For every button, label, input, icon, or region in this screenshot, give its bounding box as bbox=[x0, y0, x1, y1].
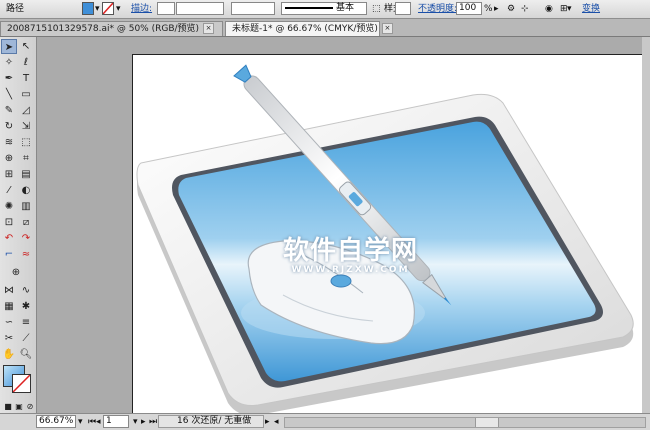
style-icon[interactable]: ⬚ bbox=[372, 3, 381, 15]
fill-dropdown-icon[interactable]: ▾ bbox=[95, 3, 100, 15]
opacity-input[interactable]: 100 bbox=[456, 2, 482, 15]
tab-document-2[interactable]: 未标题-1* @ 66.67% (CMYK/预览) × bbox=[225, 21, 393, 36]
pen-tool-icon[interactable]: ✒ bbox=[1, 71, 17, 86]
paintbrush-tool-icon[interactable]: ✎ bbox=[1, 103, 17, 118]
stroke-weight-stepper[interactable] bbox=[157, 2, 175, 15]
last-artboard-icon[interactable]: ⏭ bbox=[149, 416, 157, 428]
stroke-weight-field[interactable] bbox=[176, 2, 224, 15]
column-graph-tool-icon[interactable]: ▥ bbox=[18, 199, 34, 214]
stroke-preview-icon bbox=[285, 7, 333, 9]
status-info: 16 次还原/ 无重做 bbox=[158, 415, 264, 428]
reflect-tool-icon[interactable]: ⋈ bbox=[1, 283, 17, 298]
path-label: 路径 bbox=[6, 4, 25, 14]
graph-tool-icon[interactable]: ▦ bbox=[1, 299, 17, 314]
warp-tool-icon[interactable]: ≋ bbox=[1, 135, 17, 150]
status-menu-icon[interactable]: ▸ bbox=[265, 416, 270, 428]
align-icon[interactable]: ⊹ bbox=[521, 3, 529, 15]
rectangle-tool-icon[interactable]: ▭ bbox=[18, 87, 34, 102]
artboard-number-field[interactable]: 1 bbox=[103, 415, 129, 428]
scroll-thumb[interactable] bbox=[475, 418, 499, 427]
artboard[interactable]: 软件自学网 WWW.RJZXW.COM bbox=[132, 54, 644, 413]
watermark-main: 软件自学网 bbox=[283, 236, 419, 266]
document-tabs: 20087151013295​78.ai* @ 50% (RGB/预览) × 未标… bbox=[0, 19, 650, 37]
rotate-tool-icon[interactable]: ↻ bbox=[1, 119, 17, 134]
stroke-swatch[interactable] bbox=[102, 2, 114, 15]
pen-red-icon[interactable]: ↶ bbox=[1, 231, 17, 246]
stroke-label[interactable]: 描边: bbox=[131, 3, 152, 15]
recolor-icon[interactable]: ⚙ bbox=[507, 3, 515, 15]
symbol-sprayer-tool-icon[interactable]: ✺ bbox=[1, 199, 17, 214]
transform-link[interactable]: 变换 bbox=[582, 3, 600, 15]
zoom-field[interactable]: 66.67% bbox=[36, 415, 76, 428]
isolate-icon[interactable]: ◉ bbox=[545, 3, 553, 15]
opacity-label[interactable]: 不透明度: bbox=[418, 3, 457, 15]
tab-label: 20087151013295​78.ai* @ 50% (RGB/预览) bbox=[7, 24, 200, 34]
artboard-tool-icon[interactable]: ⊡ bbox=[1, 215, 17, 230]
mouse-wheel bbox=[330, 274, 352, 288]
type-tool-icon[interactable]: T bbox=[18, 71, 34, 86]
scroll-left-icon[interactable]: ◂ bbox=[274, 416, 279, 428]
brush-definition-field[interactable]: 基本 bbox=[281, 2, 367, 15]
zoom-dropdown-icon[interactable]: ▾ bbox=[78, 416, 83, 428]
knife-tool-icon[interactable]: ≡ bbox=[18, 315, 34, 330]
stroke-color-box[interactable] bbox=[12, 374, 31, 393]
tab-label: 未标题-1* @ 66.67% (CMYK/预览) bbox=[232, 24, 378, 34]
zoom-tool-icon[interactable]: 🔍︎ bbox=[18, 347, 34, 362]
reshape-tool-icon[interactable]: ∿ bbox=[18, 283, 34, 298]
control-bar: 路径 ▾ ▾ 描边: 基本 ⬚ 样式: 不透明度: 100 % ▸ ⚙ ⊹ ◉ … bbox=[0, 0, 650, 19]
horizontal-scrollbar[interactable] bbox=[284, 417, 646, 428]
tools-panel: ➤ ↖ ✧ ℓ ✒ T ╲ ▭ ✎ ◿ ↻ ⇲ ≋ ⬚ ⊕ ⌗ ⊞ ▤ ⁄ ◐ … bbox=[0, 37, 37, 418]
blend-tool-icon[interactable]: ◐ bbox=[18, 183, 34, 198]
first-artboard-icon[interactable]: ⏮ bbox=[88, 416, 96, 428]
reference-point-icon[interactable]: ▾ bbox=[567, 3, 572, 15]
graphic-style-picker[interactable] bbox=[395, 2, 411, 15]
blob-brush-tool-icon[interactable]: ∽ bbox=[1, 315, 17, 330]
gradient-tool-icon[interactable]: ▤ bbox=[18, 167, 34, 182]
lasso-tool-icon[interactable]: ℓ bbox=[18, 55, 34, 70]
anchor-point-tool-icon[interactable]: ⌐ bbox=[1, 247, 17, 262]
close-tab-icon[interactable]: × bbox=[203, 23, 215, 34]
magic-wand-tool-icon[interactable]: ✧ bbox=[1, 55, 17, 70]
slice-tool-icon[interactable]: ⧄ bbox=[18, 215, 34, 230]
line-tool-icon[interactable]: ╲ bbox=[1, 87, 17, 102]
fill-swatch[interactable] bbox=[82, 2, 94, 15]
direct-selection-tool-icon[interactable]: ↖ bbox=[18, 39, 34, 54]
none-mode-icon[interactable]: ⊘ bbox=[22, 399, 38, 414]
free-transform-tool-icon[interactable]: ⬚ bbox=[18, 135, 34, 150]
status-bar: 66.67% ▾ ⏮ ◂ 1 ▾ ▸ ⏭ 16 次还原/ 无重做 ▸ ◂ bbox=[0, 413, 650, 430]
perspective-grid-tool-icon[interactable]: ⌗ bbox=[18, 151, 34, 166]
mesh-tool-icon[interactable]: ⊞ bbox=[1, 167, 17, 182]
stroke-profile-label: 基本 bbox=[336, 3, 355, 13]
canvas-area[interactable]: 软件自学网 WWW.RJZXW.COM bbox=[37, 37, 650, 413]
vertical-scrollbar[interactable] bbox=[642, 37, 650, 413]
next-artboard-icon[interactable]: ▸ bbox=[141, 416, 146, 428]
width-tool-icon[interactable]: ≈ bbox=[18, 247, 34, 262]
selection-tool-icon[interactable]: ➤ bbox=[1, 39, 17, 54]
no-stroke-icon bbox=[102, 2, 114, 15]
no-stroke-icon bbox=[12, 374, 31, 393]
scale-tool-icon[interactable]: ⇲ bbox=[18, 119, 34, 134]
eraser-tool-icon[interactable]: ◿ bbox=[18, 103, 34, 118]
curvature-icon[interactable]: ↷ bbox=[18, 231, 34, 246]
target-tool-icon[interactable]: ⊕ bbox=[8, 265, 24, 280]
close-tab-icon[interactable]: × bbox=[381, 23, 393, 34]
measure-tool-icon[interactable]: ⟋ bbox=[18, 331, 34, 346]
watermark: 软件自学网 WWW.RJZXW.COM bbox=[283, 230, 418, 275]
scissors-tool-icon[interactable]: ✂ bbox=[1, 331, 17, 346]
tab-document-1[interactable]: 20087151013295​78.ai* @ 50% (RGB/预览) × bbox=[0, 21, 223, 36]
prev-artboard-icon[interactable]: ◂ bbox=[96, 416, 101, 428]
flare-tool-icon[interactable]: ✱ bbox=[18, 299, 34, 314]
shape-builder-tool-icon[interactable]: ⊕ bbox=[1, 151, 17, 166]
artboard-dropdown-icon[interactable]: ▾ bbox=[133, 416, 138, 428]
watermark-sub: WWW.RJZXW.COM bbox=[291, 265, 410, 275]
hand-tool-icon[interactable]: ✋ bbox=[1, 347, 17, 362]
variable-width-field[interactable] bbox=[231, 2, 275, 15]
stroke-dropdown-icon[interactable]: ▾ bbox=[116, 3, 121, 15]
opacity-unit: % bbox=[484, 4, 493, 14]
opacity-dropdown-icon[interactable]: ▸ bbox=[494, 3, 499, 15]
eyedropper-tool-icon[interactable]: ⁄ bbox=[1, 183, 17, 198]
